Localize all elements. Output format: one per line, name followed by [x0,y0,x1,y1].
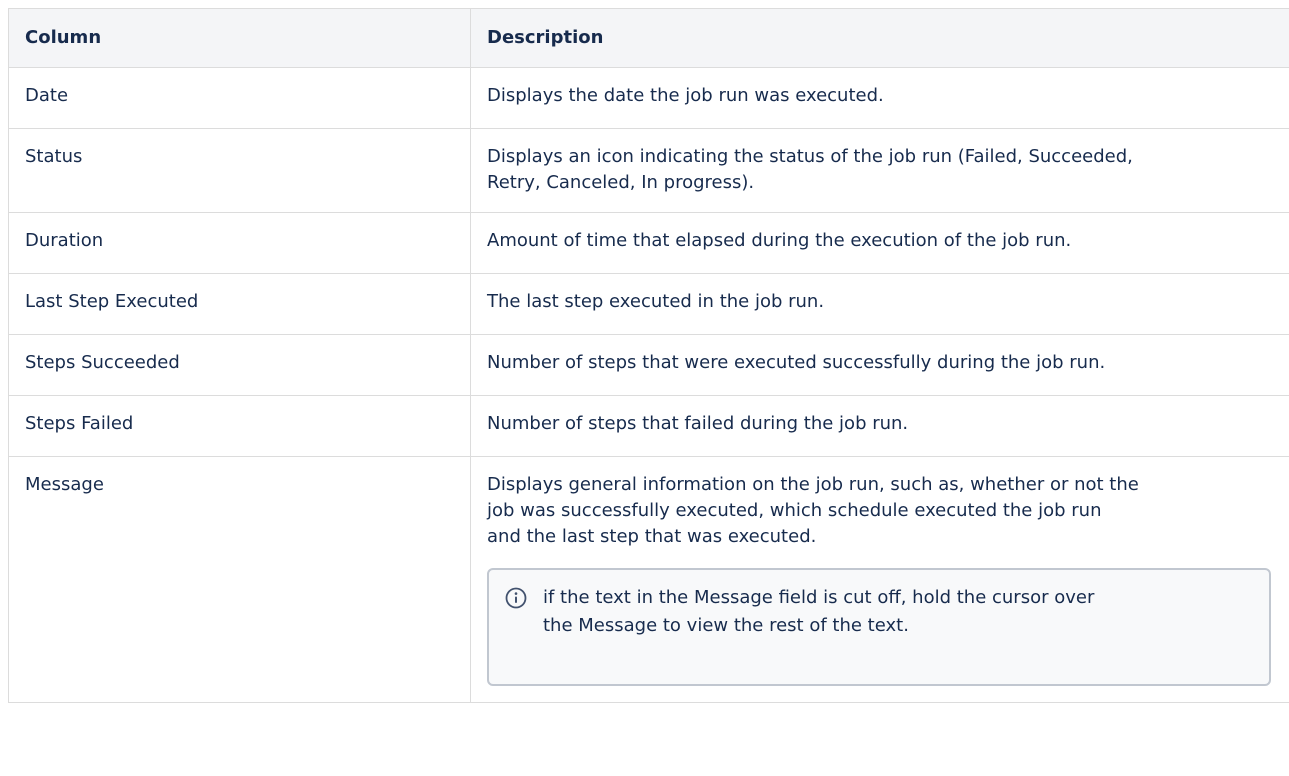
info-icon [505,587,527,609]
description-cell: Displays the date the job run was execut… [470,67,1289,129]
column-name-cell: Duration [8,212,471,274]
description-cell: Displays general information on the job … [470,456,1289,703]
description-cell: Number of steps that failed during the j… [470,395,1289,457]
column-header: Column [8,8,471,68]
table-row: Last Step Executed The last step execute… [8,273,1289,335]
description-text: Number of steps that failed during the j… [487,413,909,434]
description-text: The last step executed in the job run. [487,291,825,312]
description-cell: Amount of time that elapsed during the e… [470,212,1289,274]
page-content: Column Description Date Displays the dat… [8,8,1289,776]
description-text: and the last step that was executed. [487,526,817,547]
column-name-cell: Last Step Executed [8,273,471,335]
table-row: Date Displays the date the job run was e… [8,67,1289,129]
description-cell: Displays an icon indicating the status o… [470,128,1289,213]
table-row: Steps Failed Number of steps that failed… [8,395,1289,457]
description-text: Retry, Canceled, In progress). [487,172,755,193]
description-text: job was successfully executed, which sch… [487,500,1102,521]
description-text: Displays general information on the job … [487,474,1139,495]
note-line: if the text in the Message field is cut … [543,587,1095,608]
note-text: if the text in the Message field is cut … [543,584,1253,640]
columns-table: Column Description Date Displays the dat… [8,8,1289,703]
description-text: Amount of time that elapsed during the e… [487,230,1072,251]
description-cell: Number of steps that were executed succe… [470,334,1289,396]
column-name-cell: Steps Failed [8,395,471,457]
description-text: Number of steps that were executed succe… [487,352,1106,373]
column-name-cell: Steps Succeeded [8,334,471,396]
table-row: Duration Amount of time that elapsed dur… [8,212,1289,274]
table-header-row: Column Description [8,8,1289,68]
table-row: Status Displays an icon indicating the s… [8,128,1289,213]
column-name-cell: Date [8,67,471,129]
description-header: Description [470,8,1289,68]
description-cell: The last step executed in the job run. [470,273,1289,335]
note-line: the Message to view the rest of the text… [543,615,909,636]
column-name-cell: Message [8,456,471,703]
description-text: Displays an icon indicating the status o… [487,146,1133,167]
info-note: if the text in the Message field is cut … [487,568,1271,686]
table-row: Message Displays general information on … [8,456,1289,703]
column-name-cell: Status [8,128,471,213]
description-text: Displays the date the job run was execut… [487,85,884,106]
table-row: Steps Succeeded Number of steps that wer… [8,334,1289,396]
